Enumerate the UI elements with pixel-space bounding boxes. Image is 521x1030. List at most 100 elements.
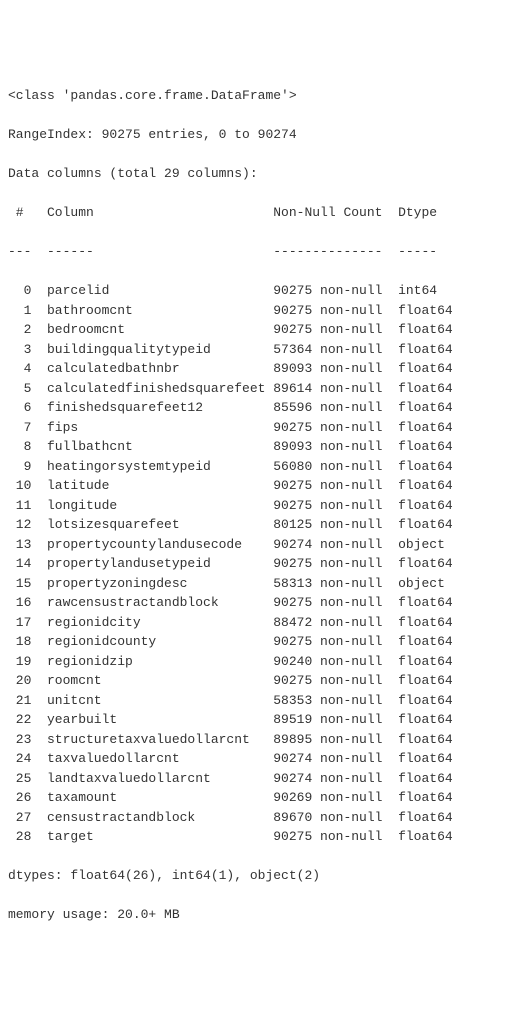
row-column-name: censustractandblock (47, 808, 265, 828)
row-dtype: float64 (398, 808, 453, 828)
table-row: 5 calculatedfinishedsquarefeet 89614 non… (8, 379, 513, 399)
row-column-name: landtaxvaluedollarcnt (47, 769, 265, 789)
table-row: 22 yearbuilt 89519 non-null float64 (8, 710, 513, 730)
row-dtype: float64 (398, 593, 453, 613)
dtypes-line: dtypes: float64(26), int64(1), object(2) (8, 866, 513, 886)
table-row: 21 unitcnt 58353 non-null float64 (8, 691, 513, 711)
row-column-name: parcelid (47, 281, 265, 301)
row-column-name: calculatedfinishedsquarefeet (47, 379, 265, 399)
header-dtype: Dtype (398, 203, 437, 223)
row-nonnull: 90275 non-null (273, 632, 390, 652)
row-index: 4 (8, 359, 31, 379)
row-dtype: float64 (398, 457, 453, 477)
column-header-row: # Column Non-Null Count Dtype (8, 203, 513, 223)
table-row: 20 roomcnt 90275 non-null float64 (8, 671, 513, 691)
memory-line: memory usage: 20.0+ MB (8, 905, 513, 925)
row-column-name: taxamount (47, 788, 265, 808)
data-columns-line: Data columns (total 29 columns): (8, 164, 513, 184)
row-index: 2 (8, 320, 31, 340)
row-nonnull: 56080 non-null (273, 457, 390, 477)
row-index: 8 (8, 437, 31, 457)
row-dtype: float64 (398, 749, 453, 769)
table-row: 18 regionidcounty 90275 non-null float64 (8, 632, 513, 652)
row-dtype: float64 (398, 691, 453, 711)
row-index: 1 (8, 301, 31, 321)
row-column-name: regionidcounty (47, 632, 265, 652)
sep-nonnull: -------------- (273, 242, 390, 262)
row-column-name: heatingorsystemtypeid (47, 457, 265, 477)
column-separator-row: --- ------ -------------- ----- (8, 242, 513, 262)
row-nonnull: 85596 non-null (273, 398, 390, 418)
row-index: 11 (8, 496, 31, 516)
table-row: 1 bathroomcnt 90275 non-null float64 (8, 301, 513, 321)
row-column-name: latitude (47, 476, 265, 496)
sep-column: ------ (47, 242, 265, 262)
table-row: 6 finishedsquarefeet12 85596 non-null fl… (8, 398, 513, 418)
row-column-name: regionidcity (47, 613, 265, 633)
row-index: 21 (8, 691, 31, 711)
row-nonnull: 90275 non-null (273, 301, 390, 321)
row-dtype: float64 (398, 632, 453, 652)
row-nonnull: 90275 non-null (273, 827, 390, 847)
row-column-name: rawcensustractandblock (47, 593, 265, 613)
row-dtype: float64 (398, 476, 453, 496)
row-nonnull: 89670 non-null (273, 808, 390, 828)
row-index: 13 (8, 535, 31, 555)
row-dtype: float64 (398, 671, 453, 691)
row-nonnull: 90275 non-null (273, 476, 390, 496)
column-rows: 0 parcelid 90275 non-null int641 bathroo… (8, 281, 513, 847)
row-nonnull: 58313 non-null (273, 574, 390, 594)
row-column-name: buildingqualitytypeid (47, 340, 265, 360)
row-nonnull: 90275 non-null (273, 418, 390, 438)
row-index: 6 (8, 398, 31, 418)
row-dtype: float64 (398, 515, 453, 535)
row-column-name: target (47, 827, 265, 847)
row-column-name: calculatedbathnbr (47, 359, 265, 379)
table-row: 11 longitude 90275 non-null float64 (8, 496, 513, 516)
row-nonnull: 90275 non-null (273, 281, 390, 301)
row-index: 26 (8, 788, 31, 808)
row-nonnull: 90274 non-null (273, 535, 390, 555)
header-idx: # (8, 203, 31, 223)
row-index: 5 (8, 379, 31, 399)
row-nonnull: 89895 non-null (273, 730, 390, 750)
row-index: 22 (8, 710, 31, 730)
row-nonnull: 90275 non-null (273, 496, 390, 516)
row-nonnull: 80125 non-null (273, 515, 390, 535)
table-row: 19 regionidzip 90240 non-null float64 (8, 652, 513, 672)
row-dtype: float64 (398, 652, 453, 672)
row-index: 15 (8, 574, 31, 594)
table-row: 8 fullbathcnt 89093 non-null float64 (8, 437, 513, 457)
row-dtype: float64 (398, 496, 453, 516)
row-dtype: float64 (398, 359, 453, 379)
row-nonnull: 90269 non-null (273, 788, 390, 808)
row-nonnull: 90275 non-null (273, 671, 390, 691)
table-row: 3 buildingqualitytypeid 57364 non-null f… (8, 340, 513, 360)
table-row: 10 latitude 90275 non-null float64 (8, 476, 513, 496)
table-row: 26 taxamount 90269 non-null float64 (8, 788, 513, 808)
table-row: 2 bedroomcnt 90275 non-null float64 (8, 320, 513, 340)
row-column-name: lotsizesquarefeet (47, 515, 265, 535)
row-index: 20 (8, 671, 31, 691)
table-row: 15 propertyzoningdesc 58313 non-null obj… (8, 574, 513, 594)
row-index: 9 (8, 457, 31, 477)
row-dtype: float64 (398, 320, 453, 340)
row-dtype: float64 (398, 301, 453, 321)
row-nonnull: 88472 non-null (273, 613, 390, 633)
range-index-line: RangeIndex: 90275 entries, 0 to 90274 (8, 125, 513, 145)
table-row: 24 taxvaluedollarcnt 90274 non-null floa… (8, 749, 513, 769)
row-index: 24 (8, 749, 31, 769)
row-nonnull: 89614 non-null (273, 379, 390, 399)
row-index: 10 (8, 476, 31, 496)
table-row: 25 landtaxvaluedollarcnt 90274 non-null … (8, 769, 513, 789)
row-index: 3 (8, 340, 31, 360)
row-dtype: float64 (398, 554, 453, 574)
table-row: 14 propertylandusetypeid 90275 non-null … (8, 554, 513, 574)
table-row: 17 regionidcity 88472 non-null float64 (8, 613, 513, 633)
row-index: 19 (8, 652, 31, 672)
row-index: 16 (8, 593, 31, 613)
table-row: 12 lotsizesquarefeet 80125 non-null floa… (8, 515, 513, 535)
row-nonnull: 90275 non-null (273, 320, 390, 340)
row-dtype: float64 (398, 827, 453, 847)
row-column-name: taxvaluedollarcnt (47, 749, 265, 769)
